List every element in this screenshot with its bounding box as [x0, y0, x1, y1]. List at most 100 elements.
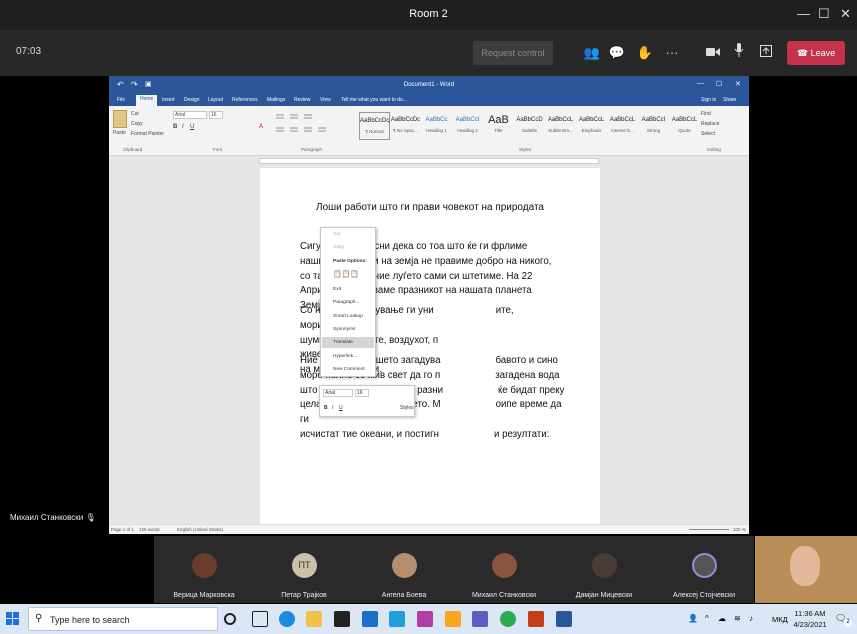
mail-icon[interactable]: [362, 611, 378, 627]
mini-size-box[interactable]: 16: [355, 389, 369, 397]
edge-icon[interactable]: [279, 611, 295, 627]
paste-label[interactable]: Paste: [113, 130, 126, 136]
powerpoint-icon[interactable]: [528, 611, 544, 627]
find-button[interactable]: Find: [701, 111, 711, 117]
document-page[interactable]: Лоши работи што ги прави човекот на прир…: [260, 168, 600, 528]
menu-copy[interactable]: Copy: [333, 245, 344, 250]
style-item[interactable]: AaBbCcL Intense E...: [607, 112, 638, 140]
participant-tile-6[interactable]: Алексеј Стојчевски: [654, 536, 754, 603]
onenote-icon[interactable]: [417, 611, 433, 627]
participant-tile-5[interactable]: Дамјан Мицевски: [554, 536, 654, 603]
request-control-button[interactable]: Request control: [473, 41, 553, 65]
style-item[interactable]: AaB Title: [483, 112, 514, 140]
style-item[interactable]: AaBbCcL Quote: [669, 112, 700, 140]
tab-layout[interactable]: Layout: [208, 97, 223, 103]
style-item[interactable]: AaBbCcI Strong: [638, 112, 669, 140]
replace-button[interactable]: Replace: [701, 121, 719, 127]
format-painter-button[interactable]: Format Painter: [131, 131, 164, 137]
menu-smart-lookup[interactable]: Smart Lookup: [333, 314, 363, 319]
language-indicator[interactable]: МКД: [772, 615, 788, 624]
chat-icon[interactable]: 💬: [607, 43, 627, 63]
participant-tile-2[interactable]: ПТ Петар Трајков: [254, 536, 354, 603]
word-restore-icon[interactable]: ☐: [716, 80, 722, 88]
taskbar-search-box[interactable]: ⚲ Type here to search: [28, 607, 218, 631]
share-tray-icon[interactable]: [756, 43, 776, 63]
share-button[interactable]: Share: [723, 97, 736, 103]
participant-tile-3[interactable]: Ангела Боева: [354, 536, 454, 603]
style-item[interactable]: AaBbCcDc ¶ No Spac...: [390, 112, 421, 140]
chrome-icon[interactable]: [500, 611, 516, 627]
task-view-icon[interactable]: [252, 611, 268, 627]
font-name-box[interactable]: Arial: [173, 111, 207, 119]
zoom-slider[interactable]: [689, 529, 729, 530]
menu-new-comment[interactable]: New Comment: [333, 367, 365, 372]
menu-translate[interactable]: Translate: [333, 340, 353, 345]
paste-icon[interactable]: [113, 110, 127, 128]
tab-design[interactable]: Design: [184, 97, 200, 103]
sign-in-link[interactable]: Sign in: [701, 97, 716, 103]
onedrive-icon[interactable]: ☁: [718, 614, 726, 623]
app-orange-icon[interactable]: [445, 611, 461, 627]
word-icon[interactable]: [556, 611, 572, 627]
font-color-icon[interactable]: A: [259, 124, 263, 130]
cut-button[interactable]: Cut: [131, 111, 139, 117]
font-size-box[interactable]: 16: [209, 111, 223, 119]
menu-paragraph[interactable]: Paragraph...: [333, 300, 359, 305]
italic-button[interactable]: I: [182, 124, 184, 130]
tell-me-box[interactable]: Tell me what you want to do...: [341, 97, 407, 103]
volume-icon[interactable]: ♪: [749, 614, 753, 623]
taskbar-clock[interactable]: 11:36 AM 4/23/2021: [790, 608, 830, 630]
page-count[interactable]: Page 1 of 1: [111, 527, 134, 532]
menu-cut[interactable]: Cut: [333, 232, 340, 237]
tab-file[interactable]: File: [117, 97, 125, 103]
tab-insert[interactable]: Insert: [162, 97, 175, 103]
app-l-icon[interactable]: [389, 611, 405, 627]
style-item[interactable]: AaBbCcDc ¶ Normal: [359, 112, 390, 140]
more-actions-icon[interactable]: ···: [662, 43, 682, 63]
participant-tile-1[interactable]: Верица Марковска: [154, 536, 254, 603]
cortana-icon[interactable]: [224, 613, 236, 625]
tab-review[interactable]: Review: [294, 97, 310, 103]
leave-button[interactable]: ☎ Leave: [787, 41, 845, 65]
paragraph-controls[interactable]: [274, 112, 354, 138]
horizontal-ruler[interactable]: [259, 158, 599, 164]
menu-synonyms[interactable]: Synonyms: [333, 327, 355, 332]
reactions-icon[interactable]: ✋: [635, 43, 655, 63]
close-icon[interactable]: ✕: [840, 6, 851, 22]
zoom-level[interactable]: 100 %: [733, 527, 746, 532]
tab-references[interactable]: References: [232, 97, 258, 103]
minimize-icon[interactable]: —: [797, 6, 810, 21]
mini-styles-button[interactable]: Styles: [400, 405, 414, 411]
windows-start-icon[interactable]: [6, 612, 20, 626]
wifi-icon[interactable]: ≋: [734, 614, 741, 623]
style-item[interactable]: AaBbCcD Subtitle: [514, 112, 545, 140]
paste-option-icons[interactable]: 📋📋📋: [333, 270, 359, 278]
copy-button[interactable]: Copy: [131, 121, 143, 127]
file-explorer-icon[interactable]: [306, 611, 322, 627]
teams-icon[interactable]: [472, 611, 488, 627]
style-item[interactable]: AaBbCcL Subtle Em...: [545, 112, 576, 140]
participants-icon[interactable]: 👥: [582, 43, 602, 63]
camera-icon[interactable]: [703, 43, 723, 63]
language-status[interactable]: English (United States): [177, 527, 223, 532]
tab-home[interactable]: Home: [136, 95, 158, 106]
menu-exit[interactable]: Exit: [333, 287, 341, 292]
store-icon[interactable]: [334, 611, 350, 627]
tab-view[interactable]: View: [320, 97, 331, 103]
tray-chevron-icon[interactable]: ^: [705, 614, 709, 623]
participant-tile-4[interactable]: Михаил Станковски: [454, 536, 554, 603]
mini-bold-button[interactable]: B: [324, 405, 328, 411]
mini-italic-button[interactable]: I: [332, 405, 333, 411]
select-button[interactable]: Select: [701, 131, 715, 137]
mini-font-box[interactable]: Arial: [323, 389, 353, 397]
mini-underline-button[interactable]: U: [339, 405, 343, 411]
menu-hyperlink[interactable]: Hyperlink...: [333, 354, 357, 359]
people-icon[interactable]: 👤: [688, 614, 698, 623]
bold-button[interactable]: B: [173, 124, 177, 130]
word-minimize-icon[interactable]: —: [697, 80, 704, 87]
style-item[interactable]: AaBbCcI Heading 2: [452, 112, 483, 140]
style-item[interactable]: AaBbCc Heading 1: [421, 112, 452, 140]
style-item[interactable]: AaBbCcL Emphasis: [576, 112, 607, 140]
word-close-icon[interactable]: ✕: [735, 80, 741, 88]
underline-button[interactable]: U: [190, 124, 194, 130]
